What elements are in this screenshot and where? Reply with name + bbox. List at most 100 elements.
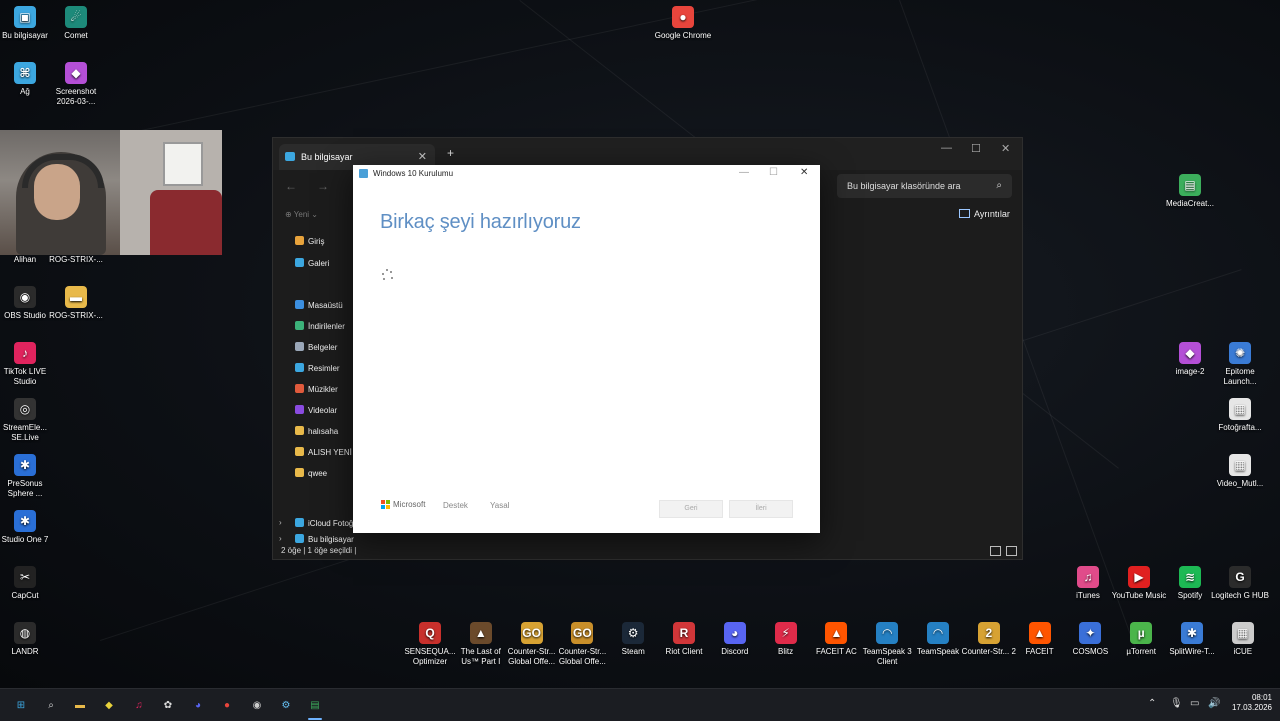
sidebar-item[interactable]: Belgeler (295, 342, 337, 352)
desktop-shortcut[interactable]: ▦ iCUE (1213, 622, 1273, 657)
sidebar-item[interactable]: Bu bilgisayar (295, 534, 354, 544)
desktop-shortcut[interactable]: ◍ LANDR (0, 622, 55, 657)
next-button[interactable]: İleri (729, 500, 793, 518)
desktop-shortcut-label: Screenshot 2026-03-... (55, 87, 97, 106)
gallery-icon (295, 258, 304, 267)
new-button[interactable]: ⊕ Yeni ⌄ (285, 210, 318, 219)
desktop-shortcut-label: iCUE (1233, 647, 1253, 656)
desktop-shortcut[interactable]: ◎ StreamEle... SE.Live (0, 398, 55, 443)
sidebar-item-label: Müzikler (308, 385, 338, 394)
desktop-shortcut[interactable]: ◆ Screenshot 2026-03-... (46, 62, 106, 107)
file-explorer-icon[interactable]: ▬ (72, 697, 88, 713)
obs-icon: ◉ (14, 286, 36, 308)
legal-link[interactable]: Yasal (490, 501, 509, 510)
folder-icon (295, 426, 304, 435)
chrome-icon[interactable]: ● (219, 697, 235, 713)
status-bar: 2 öğe | 1 öğe seçildi | (273, 544, 1022, 558)
details-view-icon[interactable] (990, 546, 1001, 556)
sidebar-item-label: İndirilenler (308, 322, 345, 331)
desktop-shortcut-label: LANDR (11, 647, 39, 656)
new-tab-button[interactable]: + (447, 146, 454, 160)
desktop-shortcut[interactable]: ♪ TikTok LIVE Studio (0, 342, 55, 387)
chatgpt-icon[interactable]: ✿ (160, 697, 176, 713)
sidebar-item[interactable]: Müzikler (295, 384, 338, 394)
desktop-shortcut[interactable]: ● Google Chrome (653, 6, 713, 41)
sidebar-item[interactable]: ALISH YENİ C (295, 447, 360, 457)
search-icon[interactable]: ⌕ (43, 697, 59, 713)
search-icon: ⌕ (996, 180, 1002, 191)
logitech-icon: G (1229, 566, 1251, 588)
chevron-right-icon[interactable]: › (279, 518, 282, 527)
sidebar-item[interactable]: qwee (295, 468, 327, 478)
back-arrow-icon[interactable]: ← (285, 179, 297, 193)
desktop-shortcut-label: PreSonus Sphere ... (7, 479, 43, 498)
windows-start-icon[interactable]: ⊞ (13, 697, 29, 713)
desktop-shortcut[interactable]: ✱ PreSonus Sphere ... (0, 454, 55, 499)
navigation-pane: Giriş Galeri Masaüstü İndirilenler Belgeler R… (273, 230, 360, 545)
sidebar-item-label: Videolar (308, 406, 338, 415)
loading-spinner-icon (381, 269, 395, 281)
splitwire-icon: ✱ (1181, 622, 1203, 644)
vpn-icon[interactable]: ◆ (101, 697, 117, 713)
sidebar-item[interactable]: halısaha (295, 426, 338, 436)
search-input[interactable]: Bu bilgisayar klasöründe ara ⌕ (837, 174, 1012, 198)
sidebar-item[interactable]: Galeri (295, 258, 329, 268)
folder-icon (295, 447, 304, 456)
icloud-icon (295, 518, 304, 527)
desktop-shortcut[interactable]: ▦ Video_Mutl... (1210, 454, 1270, 489)
forward-arrow-icon[interactable]: → (317, 179, 329, 193)
sidebar-item[interactable]: iCloud Fotoğ (295, 518, 353, 528)
network-icon: ⌘ (14, 62, 36, 84)
microphone-icon[interactable]: 🎙 (1170, 698, 1183, 709)
desktop-shortcut-label: Logitech G HUB (1211, 591, 1269, 600)
desktop-shortcut[interactable]: ✱ Studio One 7 (0, 510, 55, 545)
setup-icon (359, 169, 368, 178)
taskbar-clock[interactable]: 08:01 17.03.2026 (1226, 693, 1272, 713)
desktop-shortcut[interactable]: ✺ Epitome Launch... (1210, 342, 1270, 387)
utorrent-icon: µ (1130, 622, 1153, 644)
desktop-shortcut[interactable]: ▦ Fotoğrafta... (1210, 398, 1270, 433)
desktop-shortcut[interactable]: ✂ CapCut (0, 566, 55, 601)
chevron-right-icon[interactable]: › (279, 534, 282, 543)
setup-icon[interactable]: ▤ (307, 697, 323, 713)
maximize-button[interactable]: ☐ (971, 142, 981, 155)
documents-icon (295, 342, 304, 351)
steam-icon[interactable]: ⚙ (278, 697, 294, 713)
sidebar-item[interactable]: İndirilenler (295, 321, 345, 331)
desktop-shortcut[interactable]: ▬ ROG-STRIX-... (46, 286, 106, 321)
minimize-button[interactable]: — (941, 142, 952, 154)
maximize-button[interactable]: ☐ (769, 167, 778, 178)
videos-icon (295, 405, 304, 414)
capcut-icon: ✂ (14, 566, 36, 588)
desktop-shortcut[interactable]: ☄ Comet (46, 6, 106, 41)
desktop-shortcut-label: MediaCreat... (1165, 199, 1215, 208)
close-button[interactable]: ✕ (800, 167, 808, 178)
volume-icon[interactable]: 🔊 (1208, 698, 1220, 709)
computer-icon (285, 152, 295, 161)
teamspeak-icon: ◠ (927, 622, 949, 644)
sidebar-item[interactable]: Giriş (295, 236, 324, 246)
windows-setup-dialog[interactable]: Windows 10 Kurulumu — ☐ ✕ Birkaç şeyi ha… (353, 165, 820, 533)
sidebar-item[interactable]: Resimler (295, 363, 340, 373)
sidebar-item[interactable]: Masaüstü (295, 300, 343, 310)
discord-icon[interactable]: ◕ (190, 697, 206, 713)
minimize-button[interactable]: — (739, 167, 749, 178)
close-button[interactable]: ✕ (1001, 142, 1010, 155)
back-button[interactable]: Geri (659, 500, 723, 518)
chrome-icon: ● (672, 6, 694, 28)
obs-icon[interactable]: ◉ (249, 697, 265, 713)
desktop-shortcut[interactable]: ▤ MediaCreat... (1160, 174, 1220, 209)
teamspeak-icon: ◠ (876, 622, 899, 644)
sidebar-item[interactable]: Videolar (295, 405, 337, 415)
chevron-up-icon[interactable]: ⌃ (1148, 698, 1156, 709)
support-link[interactable]: Destek (443, 501, 468, 510)
network-icon[interactable]: ▭ (1190, 698, 1199, 709)
discord-icon: ◕ (723, 622, 746, 644)
music-app-icon[interactable]: ♫ (131, 697, 147, 713)
screenshot-file-icon: ◆ (65, 62, 87, 84)
sidebar-item-label: Giriş (308, 237, 325, 246)
tiles-view-icon[interactable] (1006, 546, 1017, 556)
desktop-folder-icon (295, 300, 304, 309)
details-button[interactable]: Ayrıntılar (959, 209, 1010, 219)
desktop-shortcut[interactable]: G Logitech G HUB (1210, 566, 1270, 601)
